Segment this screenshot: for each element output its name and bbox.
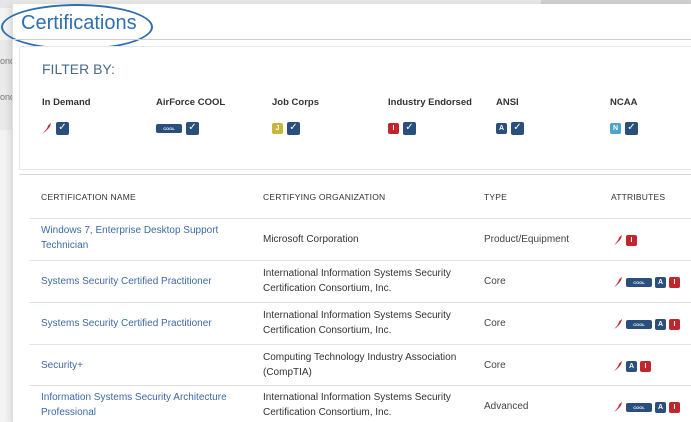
- column-header-type[interactable]: TYPE: [484, 192, 507, 202]
- in-demand-flame-icon: [614, 318, 622, 329]
- certification-type: Advanced: [484, 401, 529, 412]
- filter-label: In Demand: [42, 97, 91, 108]
- certifying-organization: Computing Technology Industry Associatio…: [263, 352, 457, 378]
- filter-label: Industry Endorsed: [388, 97, 472, 108]
- attributes-cell: A I: [613, 358, 651, 374]
- certification-name-link[interactable]: Systems Security Certified Practitioner: [41, 274, 261, 289]
- industry-endorsed-icon: I: [388, 122, 399, 134]
- ansi-icon: A: [626, 360, 637, 372]
- industry-endorsed-icon: I: [669, 401, 680, 413]
- column-header-attributes[interactable]: ATTRIBUTES: [611, 192, 665, 202]
- row-divider: [29, 260, 691, 261]
- industry-endorsed-checkbox[interactable]: ✓: [403, 121, 416, 135]
- attributes-cell: COOL A I: [613, 399, 680, 415]
- in-demand-flame-icon: [614, 234, 622, 245]
- certifying-organization: International Information Systems Securi…: [263, 392, 451, 418]
- airforce-cool-icon: COOL: [156, 123, 182, 133]
- ncaa-checkbox[interactable]: ✓: [625, 121, 638, 135]
- filter-ansi: ANSI A ✓: [496, 97, 524, 135]
- ansi-icon: A: [655, 276, 666, 288]
- in-demand-flame-icon: [614, 401, 622, 412]
- column-header-name[interactable]: CERTIFICATION NAME: [41, 192, 136, 202]
- certification-type: Core: [484, 360, 506, 371]
- attributes-cell: COOL A I: [613, 316, 680, 332]
- certification-type: Product/Equipment: [484, 234, 570, 245]
- certification-name-link[interactable]: Security+: [41, 358, 261, 373]
- filter-job-corps: Job Corps J ✓: [272, 97, 319, 135]
- row-divider: [29, 218, 691, 219]
- job-corps-icon: J: [272, 122, 283, 134]
- airforce-cool-checkbox[interactable]: ✓: [186, 121, 199, 135]
- certification-name-link[interactable]: Systems Security Certified Practitioner: [41, 316, 261, 331]
- ansi-icon: A: [655, 401, 666, 413]
- in-demand-flame-icon: [614, 276, 622, 287]
- attributes-cell: I: [613, 232, 637, 248]
- certification-name-link[interactable]: Information Systems Security Architectur…: [41, 390, 261, 420]
- ncaa-icon: N: [610, 122, 621, 134]
- filter-box: FILTER BY: In Demand ✓ AirForce COOL COO…: [19, 46, 691, 170]
- ansi-icon: A: [496, 122, 507, 134]
- industry-endorsed-icon: I: [669, 318, 680, 330]
- filter-label: NCAA: [610, 97, 638, 108]
- certifying-organization: International Information Systems Securi…: [263, 310, 451, 336]
- column-header-organization[interactable]: CERTIFYING ORGANIZATION: [263, 192, 385, 202]
- ansi-icon: A: [655, 318, 666, 330]
- job-corps-checkbox[interactable]: ✓: [287, 121, 300, 135]
- industry-endorsed-icon: I: [626, 234, 637, 246]
- filter-label: AirForce COOL: [156, 97, 226, 108]
- airforce-cool-icon: COOL: [626, 277, 652, 287]
- certifying-organization: International Information Systems Securi…: [263, 268, 451, 294]
- row-divider: [29, 344, 691, 345]
- industry-endorsed-icon: I: [640, 360, 651, 372]
- certification-type: Core: [484, 276, 506, 287]
- table-divider: [19, 174, 691, 175]
- industry-endorsed-icon: I: [669, 276, 680, 288]
- filter-label: Job Corps: [272, 97, 319, 108]
- certifications-panel: Certifications FILTER BY: In Demand ✓ Ai…: [1, 4, 691, 422]
- certification-type: Core: [484, 318, 506, 329]
- filter-in-demand: In Demand ✓: [42, 97, 91, 135]
- certification-name-link[interactable]: Windows 7, Enterprise Desktop Support Te…: [41, 223, 261, 253]
- title-divider: [13, 39, 691, 40]
- filter-ncaa: NCAA N ✓: [610, 97, 638, 135]
- filter-heading: FILTER BY:: [42, 61, 115, 77]
- page-title: Certifications: [21, 12, 137, 34]
- filter-label: ANSI: [496, 97, 519, 108]
- filter-airforce-cool: AirForce COOL COOL ✓: [156, 97, 225, 135]
- row-divider: [29, 302, 691, 303]
- filter-industry-endorsed: Industry Endorsed I ✓: [388, 97, 472, 135]
- ansi-checkbox[interactable]: ✓: [511, 121, 524, 135]
- in-demand-flame-icon: [614, 360, 622, 371]
- in-demand-flame-icon: [43, 122, 51, 133]
- certifying-organization: Microsoft Corporation: [263, 234, 359, 245]
- in-demand-checkbox[interactable]: ✓: [56, 121, 69, 135]
- row-divider: [29, 385, 691, 386]
- attributes-cell: COOL A I: [613, 274, 680, 290]
- airforce-cool-icon: COOL: [626, 402, 652, 412]
- airforce-cool-icon: COOL: [626, 319, 652, 329]
